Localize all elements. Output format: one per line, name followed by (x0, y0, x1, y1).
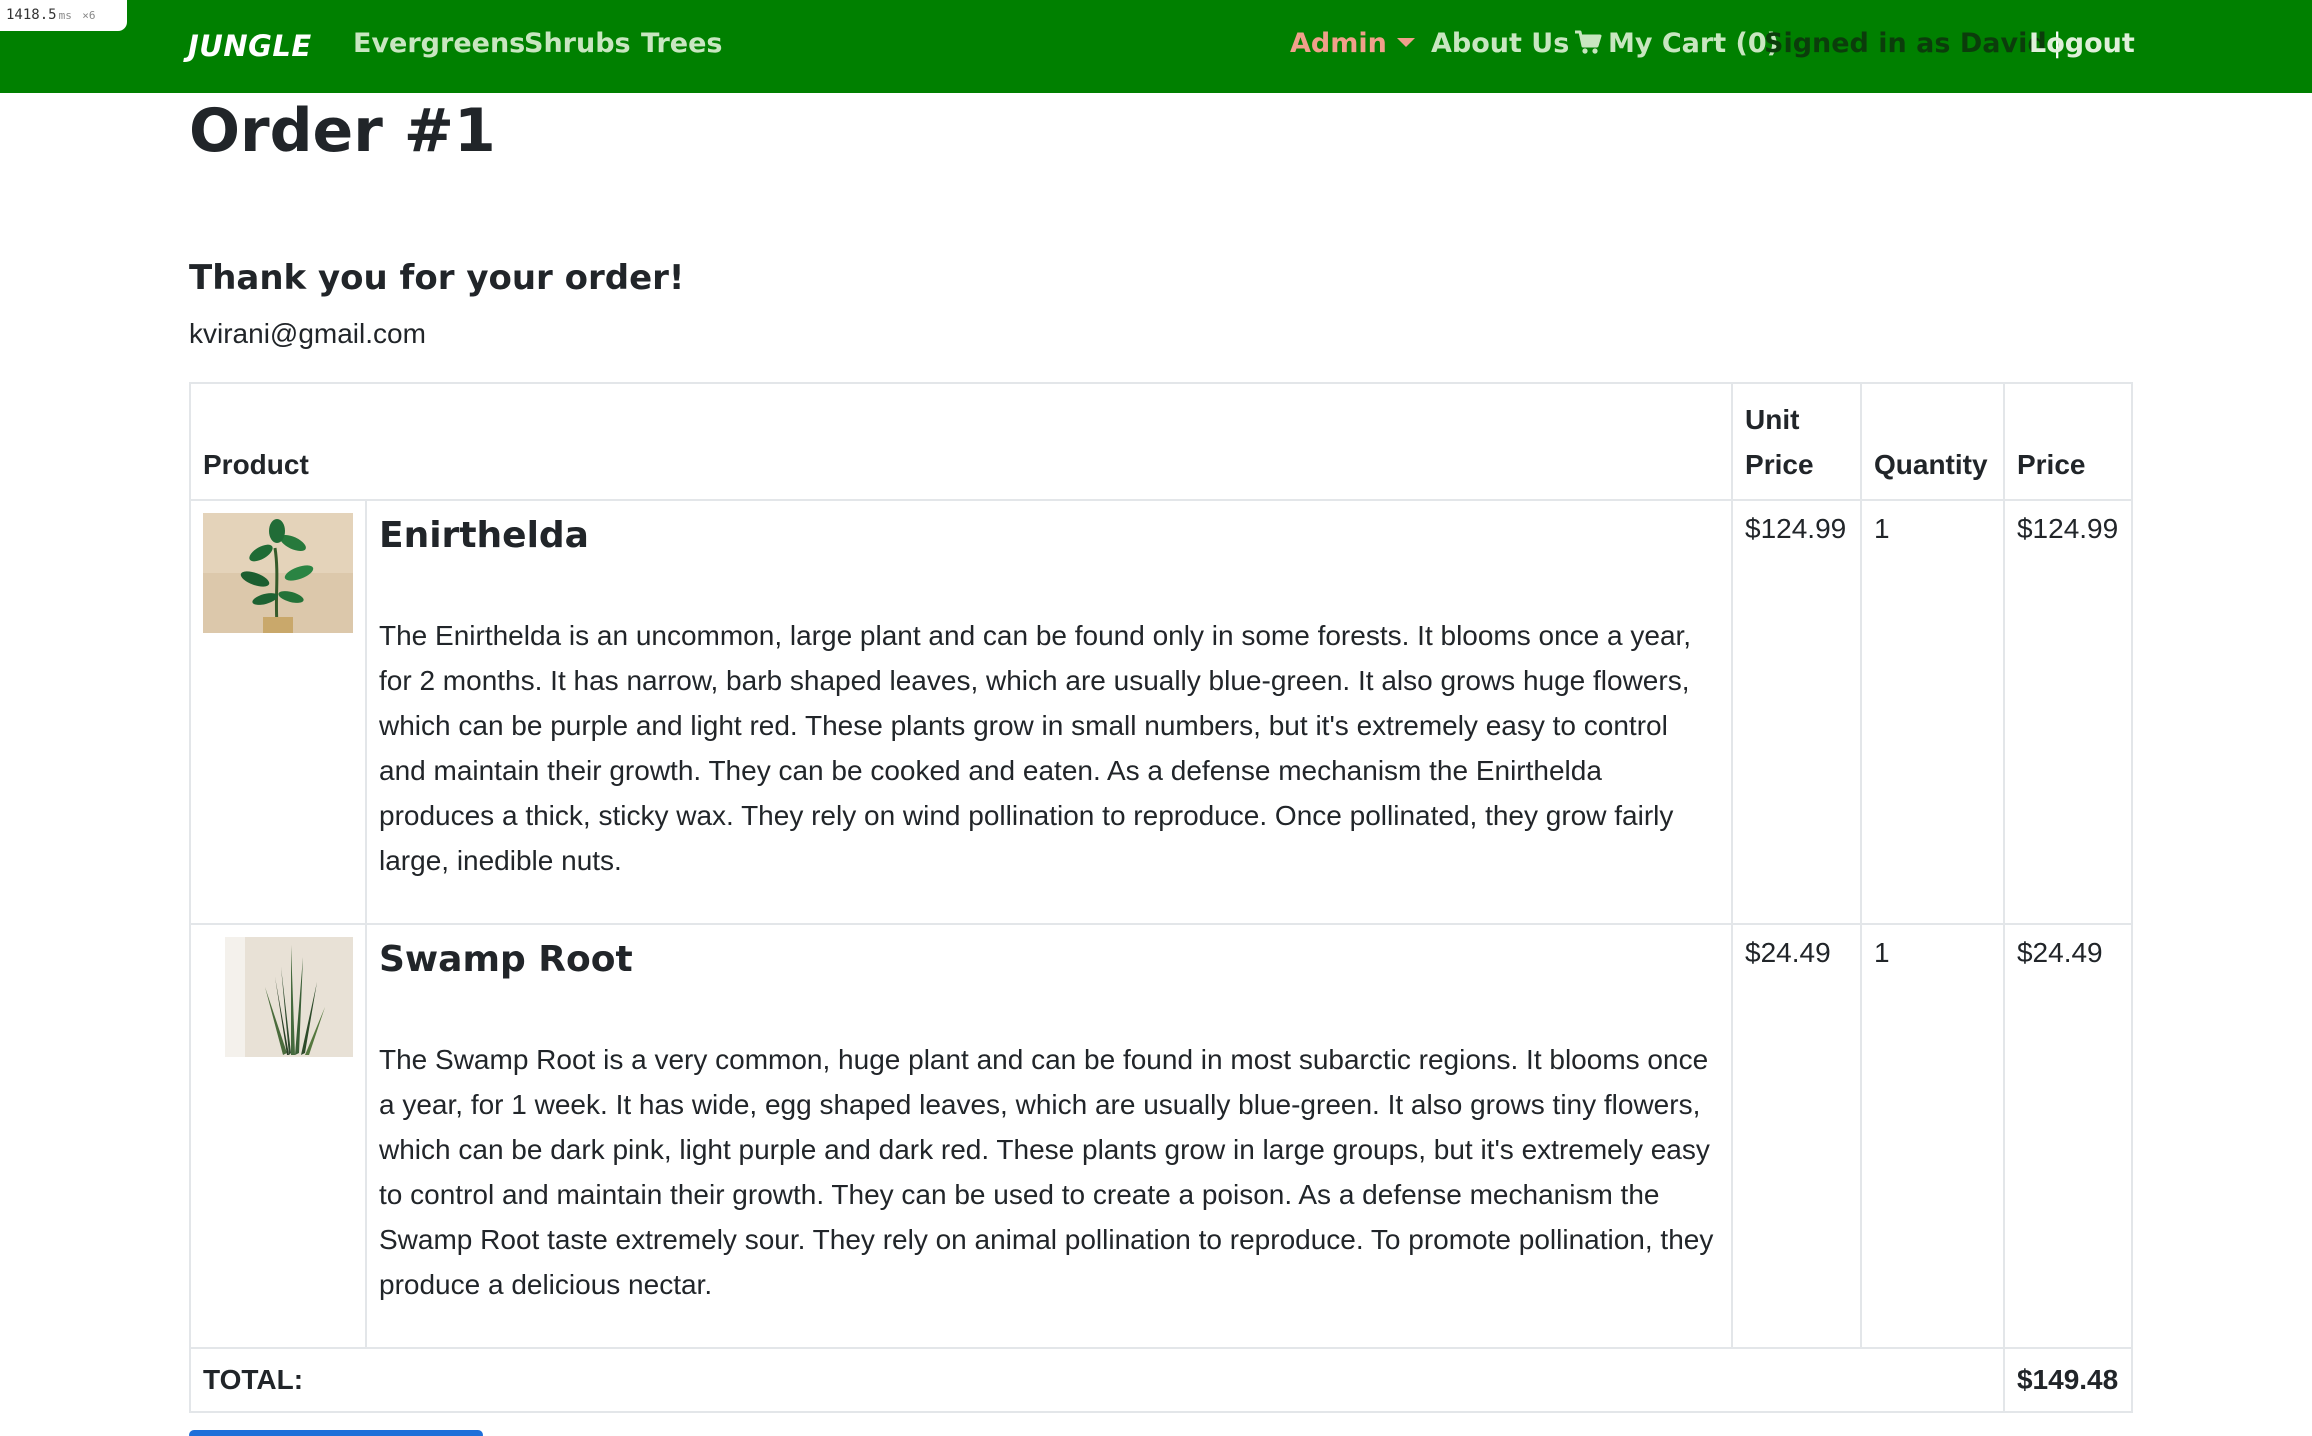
logout-link[interactable]: Logout (2029, 28, 2135, 59)
unit-price-cell: $24.49 (1731, 923, 1862, 1349)
header-price: Price (2002, 382, 2134, 501)
table-row: Enirthelda The Enirthelda is an uncommon… (189, 499, 2134, 925)
page-title: Order #1 (189, 96, 496, 166)
nav-evergreens[interactable]: Evergreens (353, 28, 525, 59)
signed-in-text: Signed in as David (1764, 28, 2047, 59)
header-quantity: Quantity (1860, 382, 2005, 501)
perf-unit: ms (58, 9, 72, 22)
brand-logo[interactable]: JUNGLE (188, 29, 312, 63)
quantity-cell: 1 (1860, 923, 2005, 1349)
caret-down-icon (1396, 38, 1415, 47)
cart-icon (1575, 30, 1602, 54)
admin-dropdown[interactable]: Admin (1290, 28, 1415, 59)
header-product: Product (188, 382, 1734, 501)
table-row: Swamp Root The Swamp Root is a very comm… (189, 923, 2134, 1349)
signed-in-status: Signed in as David | (1764, 28, 2070, 59)
nav-about-us[interactable]: About Us (1431, 28, 1569, 59)
order-email: kvirani@gmail.com (189, 318, 426, 349)
total-value: $149.48 (2002, 1347, 2134, 1413)
product-description: The Swamp Root is a very common, huge pl… (379, 1044, 1714, 1300)
product-details-cell: Enirthelda The Enirthelda is an uncommon… (364, 499, 1734, 925)
nav-my-cart[interactable]: My Cart (0) (1574, 28, 1779, 59)
total-row: TOTAL: $149.48 (189, 1347, 2134, 1413)
perf-value: 1418.5 (6, 7, 57, 23)
total-label: TOTAL: (189, 1347, 2004, 1413)
perf-badge: 1418.5 ms ×6 (0, 0, 127, 31)
header-unit-price: Unit Price (1731, 382, 1862, 501)
unit-price-cell: $124.99 (1731, 499, 1862, 925)
product-image-cell (189, 923, 367, 1349)
quantity-cell: 1 (1860, 499, 2005, 925)
price-cell: $124.99 (2002, 499, 2134, 925)
nav-trees[interactable]: Trees (641, 28, 722, 59)
thank-you-heading: Thank you for your order! (189, 258, 685, 298)
product-description: The Enirthelda is an uncommon, large pla… (379, 620, 1692, 876)
product-image-cell (189, 499, 367, 925)
potted-plant-icon (203, 513, 353, 633)
perf-multiplier: ×6 (82, 9, 96, 22)
product-details-cell: Swamp Root The Swamp Root is a very comm… (364, 923, 1734, 1349)
price-cell: $24.49 (2002, 923, 2134, 1349)
admin-label: Admin (1290, 28, 1387, 59)
nav-shrubs[interactable]: Shrubs (524, 28, 631, 59)
snake-plant-icon (225, 937, 353, 1057)
continue-button[interactable] (189, 1430, 483, 1436)
top-navbar: JUNGLE Evergreens Shrubs Trees Admin Abo… (0, 0, 2312, 93)
order-table: Product Unit Price Quantity Price Enirth… (188, 382, 2134, 1413)
product-name: Enirthelda (379, 515, 589, 556)
cart-label: My Cart (0) (1608, 28, 1779, 59)
table-header-row: Product Unit Price Quantity Price (188, 382, 2134, 501)
product-name: Swamp Root (379, 939, 633, 980)
